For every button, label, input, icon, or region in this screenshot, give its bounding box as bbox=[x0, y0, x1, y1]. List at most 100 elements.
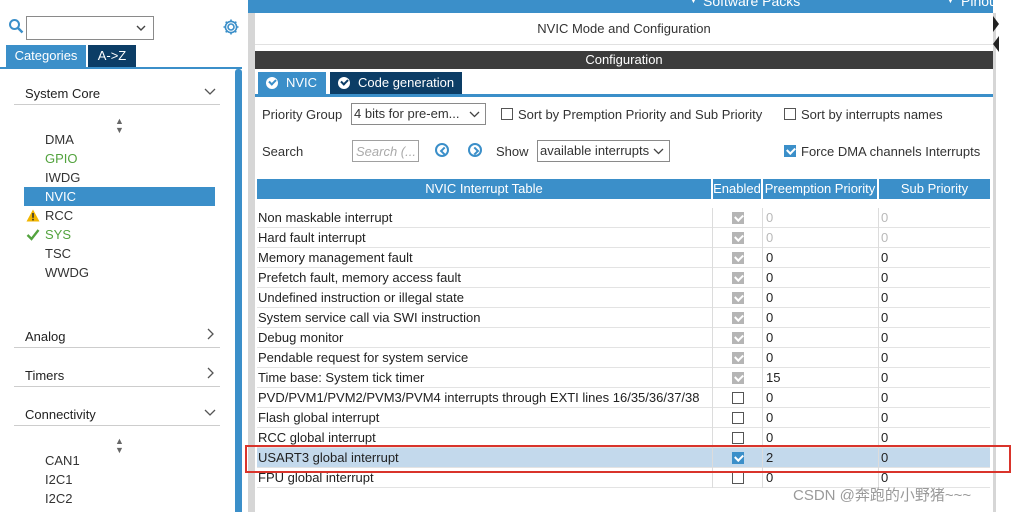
table-row[interactable]: Prefetch fault, memory access fault 0 0 bbox=[257, 268, 990, 288]
category-tabs-rule bbox=[0, 67, 242, 69]
chevron-down-icon bbox=[653, 148, 664, 155]
sidebar-item-gpio[interactable]: GPIO bbox=[24, 149, 215, 168]
enabled-checkbox bbox=[732, 232, 744, 244]
enabled-checkbox[interactable] bbox=[732, 472, 744, 484]
preemption-priority-cell[interactable]: 0 bbox=[764, 408, 876, 428]
sub-priority-cell[interactable]: 0 bbox=[879, 308, 990, 328]
show-select[interactable]: available interrupts bbox=[537, 140, 670, 162]
preemption-priority-cell[interactable]: 0 bbox=[764, 328, 876, 348]
tab-code-generation[interactable]: Code generation bbox=[330, 72, 462, 94]
priority-group-value: 4 bits for pre-em... bbox=[354, 106, 460, 121]
tab-categories[interactable]: Categories bbox=[6, 45, 86, 67]
enabled-checkbox[interactable] bbox=[732, 412, 744, 424]
sidebar-item-label: WWDG bbox=[45, 265, 90, 280]
gear-icon[interactable] bbox=[222, 18, 240, 36]
sidebar-item-can1[interactable]: CAN1 bbox=[24, 451, 215, 470]
group-timers[interactable]: Timers bbox=[14, 361, 220, 387]
interrupt-name: System service call via SWI instruction bbox=[258, 310, 481, 325]
table-row[interactable]: Non maskable interrupt 0 0 bbox=[257, 208, 990, 228]
preemption-priority-cell[interactable]: 0 bbox=[764, 268, 876, 288]
sidebar-item-sys[interactable]: SYS bbox=[24, 225, 215, 244]
sidebar-item-label: GPIO bbox=[45, 151, 78, 166]
sort-names-checkbox[interactable] bbox=[784, 108, 796, 120]
search-input[interactable] bbox=[352, 140, 419, 162]
sidebar-search-combo[interactable] bbox=[26, 16, 154, 40]
enabled-checkbox bbox=[732, 312, 744, 324]
group-system-core[interactable]: System Core bbox=[14, 79, 220, 105]
preemption-priority-cell[interactable]: 0 bbox=[764, 248, 876, 268]
force-dma-checkbox[interactable] bbox=[784, 145, 796, 157]
table-row[interactable]: Time base: System tick timer 15 0 bbox=[257, 368, 990, 388]
sidebar-item-i2c2[interactable]: I2C2 bbox=[24, 489, 215, 508]
enabled-cell bbox=[713, 408, 761, 428]
interrupt-name: Flash global interrupt bbox=[258, 410, 380, 425]
preemption-priority-cell[interactable]: 0 bbox=[764, 208, 876, 228]
column-header-enabled[interactable]: Enabled bbox=[713, 179, 761, 199]
chevron-down-icon bbox=[136, 25, 146, 31]
table-row[interactable]: Hard fault interrupt 0 0 bbox=[257, 228, 990, 248]
table-row[interactable]: Pendable request for system service 0 0 bbox=[257, 348, 990, 368]
preemption-priority-cell[interactable]: 0 bbox=[764, 288, 876, 308]
sidebar-item-rcc[interactable]: RCC bbox=[24, 206, 215, 225]
column-header-name[interactable]: NVIC Interrupt Table bbox=[257, 179, 711, 199]
sidebar-item-label: TSC bbox=[45, 246, 71, 261]
preemption-priority-cell[interactable]: 0 bbox=[764, 388, 876, 408]
table-row[interactable]: Debug monitor 0 0 bbox=[257, 328, 990, 348]
sub-priority-cell[interactable]: 0 bbox=[879, 408, 990, 428]
next-icon[interactable] bbox=[468, 143, 482, 157]
collapse-left-icon[interactable] bbox=[993, 36, 999, 52]
preemption-priority-cell[interactable]: 0 bbox=[764, 228, 876, 248]
group-label: Analog bbox=[25, 329, 66, 344]
sort-premption-checkbox[interactable] bbox=[501, 108, 513, 120]
tab-nvic[interactable]: NVIC bbox=[258, 72, 326, 94]
check-circle-icon bbox=[266, 77, 278, 89]
previous-icon[interactable] bbox=[435, 143, 449, 157]
table-row[interactable]: Undefined instruction or illegal state 0 0 bbox=[257, 288, 990, 308]
column-header-sub-priority[interactable]: Sub Priority bbox=[879, 179, 990, 199]
panel-splitter[interactable] bbox=[248, 13, 255, 512]
table-row[interactable]: Flash global interrupt 0 0 bbox=[257, 408, 990, 428]
warning-icon bbox=[26, 209, 40, 222]
preemption-priority-cell[interactable]: 15 bbox=[764, 368, 876, 388]
table-row[interactable]: Memory management fault 0 0 bbox=[257, 248, 990, 268]
enabled-cell bbox=[713, 268, 761, 288]
enabled-checkbox[interactable] bbox=[732, 432, 744, 444]
sidebar-item-nvic[interactable]: NVIC bbox=[24, 187, 215, 206]
enabled-cell bbox=[713, 388, 761, 408]
search-icon[interactable] bbox=[8, 18, 24, 34]
group-analog[interactable]: Analog bbox=[14, 322, 220, 348]
column-divider bbox=[762, 308, 763, 328]
sidebar-item-iwdg[interactable]: IWDG bbox=[24, 168, 215, 187]
right-splitter[interactable] bbox=[993, 13, 996, 512]
enabled-checkbox[interactable] bbox=[732, 392, 744, 404]
sub-priority-cell[interactable]: 0 bbox=[879, 208, 990, 228]
preemption-priority-cell[interactable]: 0 bbox=[764, 308, 876, 328]
chevron-down-icon: ▼ bbox=[945, 0, 956, 6]
tab-a-to-z[interactable]: A->Z bbox=[88, 45, 136, 67]
sidebar-item-i2c1[interactable]: I2C1 bbox=[24, 470, 215, 489]
sidebar-scrollbar[interactable] bbox=[235, 69, 242, 512]
table-row[interactable]: PVD/PVM1/PVM2/PVM3/PVM4 interrupts throu… bbox=[257, 388, 990, 408]
software-packs-menu[interactable]: Software Packs bbox=[703, 0, 800, 9]
group-connectivity[interactable]: Connectivity bbox=[14, 400, 220, 426]
sidebar-item-wwdg[interactable]: WWDG bbox=[24, 263, 215, 282]
preemption-priority-cell[interactable]: 0 bbox=[764, 348, 876, 368]
collapse-right-icon[interactable] bbox=[993, 16, 999, 32]
sub-priority-cell[interactable]: 0 bbox=[879, 288, 990, 308]
interrupt-name: Non maskable interrupt bbox=[258, 210, 393, 225]
interrupt-name: Memory management fault bbox=[258, 250, 413, 265]
sub-priority-cell[interactable]: 0 bbox=[879, 328, 990, 348]
sub-priority-cell[interactable]: 0 bbox=[879, 268, 990, 288]
sub-priority-cell[interactable]: 0 bbox=[879, 248, 990, 268]
sidebar-item-tsc[interactable]: TSC bbox=[24, 244, 215, 263]
sub-priority-cell[interactable]: 0 bbox=[879, 228, 990, 248]
table-row[interactable]: System service call via SWI instruction 0… bbox=[257, 308, 990, 328]
column-header-preemption[interactable]: Preemption Priority bbox=[763, 179, 877, 199]
sub-priority-cell[interactable]: 0 bbox=[879, 388, 990, 408]
checkmark-icon bbox=[26, 229, 40, 241]
sub-priority-cell[interactable]: 0 bbox=[879, 368, 990, 388]
sidebar-item-dma[interactable]: DMA bbox=[24, 130, 215, 149]
sub-priority-cell[interactable]: 0 bbox=[879, 348, 990, 368]
pinout-menu[interactable]: Pinout bbox=[961, 0, 993, 9]
priority-group-select[interactable]: 4 bits for pre-em... bbox=[351, 103, 486, 125]
